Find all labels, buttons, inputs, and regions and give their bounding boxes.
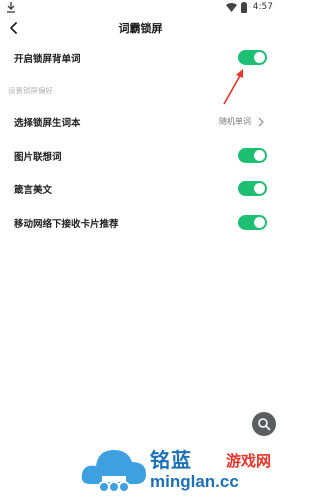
download-icon <box>7 2 15 13</box>
search-icon <box>258 418 271 431</box>
setting-row-vocab-book[interactable]: 选择锁屏生词本 随机单词 <box>0 111 281 133</box>
toggle-knob <box>254 183 265 194</box>
setting-row-quotes: 箴言美文 <box>0 178 281 200</box>
toggle-knob <box>254 150 265 161</box>
watermark-brand: 铭蓝 <box>150 448 192 472</box>
quotes-toggle[interactable] <box>238 181 267 196</box>
toggle-knob <box>254 52 265 63</box>
watermark-domain: minglan.cc <box>150 472 239 491</box>
setting-label-vocab-book: 选择锁屏生词本 <box>14 118 81 129</box>
section-header-preferences: 设置锁屏偏好 <box>8 86 53 95</box>
wifi-icon <box>226 3 237 12</box>
setting-row-image-association: 图片联想词 <box>0 145 281 167</box>
status-time: 4:57 <box>252 2 273 12</box>
setting-label-lock-screen: 开启锁屏背单词 <box>14 54 81 65</box>
watermark: 铭蓝 游戏网 minglan.cc <box>80 440 280 498</box>
image-association-toggle[interactable] <box>238 148 267 163</box>
status-bar: 4:57 <box>0 0 281 16</box>
setting-row-mobile-network-cards: 移动网络下接收卡片推荐 <box>0 212 281 234</box>
setting-label-image-association: 图片联想词 <box>14 152 62 163</box>
search-fab-button[interactable] <box>252 412 276 436</box>
vocab-book-value: 随机单词 <box>219 117 251 126</box>
lock-screen-toggle[interactable] <box>238 50 267 65</box>
setting-label-mobile-network-cards: 移动网络下接收卡片推荐 <box>14 219 119 230</box>
battery-icon <box>241 2 247 13</box>
page-title: 词霸锁屏 <box>118 22 163 35</box>
cloud-logo-icon <box>81 450 146 493</box>
annotation-arrow-icon <box>223 69 243 105</box>
watermark-game-site: 游戏网 <box>226 452 272 470</box>
setting-label-quotes: 箴言美文 <box>14 185 53 196</box>
toggle-knob <box>254 217 265 228</box>
nav-bar: 词霸锁屏 <box>0 16 281 40</box>
mobile-network-cards-toggle[interactable] <box>238 215 267 230</box>
chevron-right-icon <box>258 117 264 127</box>
